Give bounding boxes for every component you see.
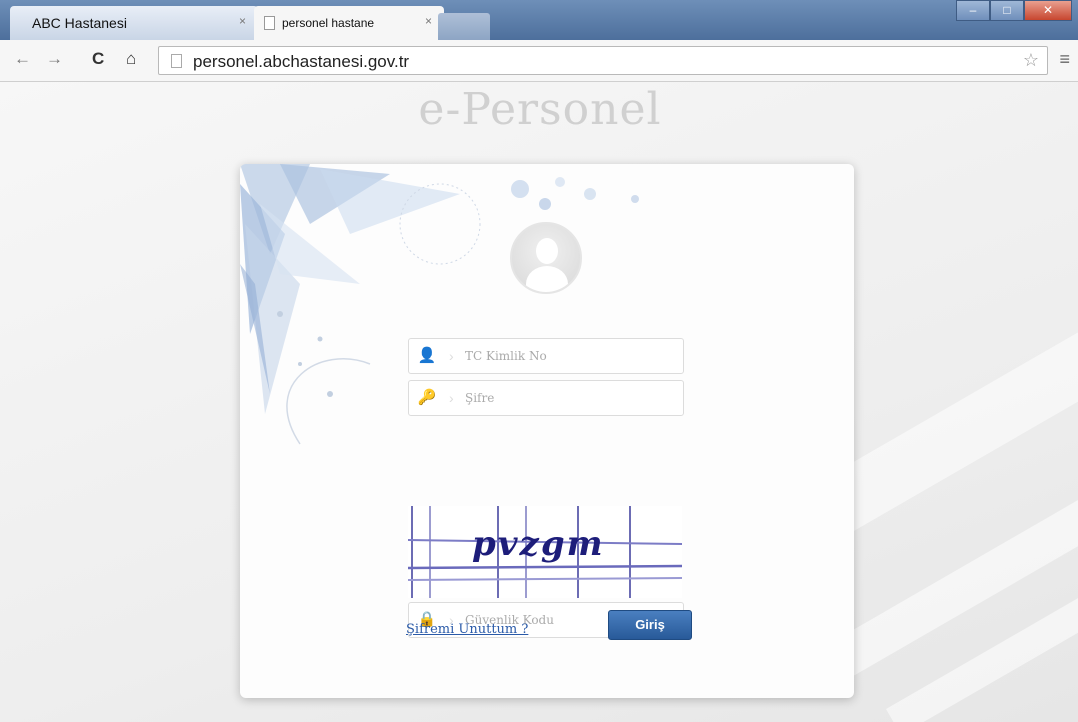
browser-menu-icon[interactable]: ≡	[1059, 49, 1070, 70]
window-controls: – □ ✕	[956, 0, 1072, 21]
reload-icon[interactable]: C	[92, 49, 104, 69]
bookmark-star-icon[interactable]: ☆	[1023, 50, 1039, 71]
tab-personel-hastane[interactable]: personel hastane ×	[254, 6, 444, 40]
back-icon[interactable]: ←	[14, 49, 31, 69]
minimize-button[interactable]: –	[956, 0, 990, 21]
avatar-body	[526, 266, 568, 292]
avatar-head	[536, 238, 558, 264]
browser-toolbar: ← → C ⌂ personel.abchastanesi.gov.tr ☆ ≡	[0, 40, 1078, 82]
page-content: e-Personel 👤 › TC Kimlik No 🔑 › pvzgm 🔒 …	[0, 82, 1078, 722]
chevron-right-icon: ›	[449, 348, 454, 364]
page-icon	[171, 54, 182, 68]
new-tab-button[interactable]	[438, 13, 490, 40]
forgot-password-link[interactable]: Şifremi Unuttum ?	[406, 622, 528, 637]
tab-close-icon[interactable]: ×	[425, 14, 432, 28]
chevron-right-icon: ›	[449, 390, 454, 406]
address-bar[interactable]: personel.abchastanesi.gov.tr ☆	[158, 46, 1048, 75]
tab-label: ABC Hastanesi	[32, 15, 127, 31]
password-input[interactable]	[465, 386, 675, 410]
maximize-button[interactable]: □	[990, 0, 1024, 21]
forward-icon[interactable]: →	[46, 49, 63, 69]
close-window-button[interactable]: ✕	[1024, 0, 1072, 21]
browser-titlebar: ABC Hastanesi × personel hastane × – □ ✕	[0, 0, 1078, 40]
url-text: personel.abchastanesi.gov.tr	[193, 52, 410, 71]
home-icon[interactable]: ⌂	[126, 49, 136, 69]
e-personel-logo: e-Personel	[418, 84, 662, 135]
key-icon: 🔑	[417, 389, 437, 406]
tab-label: personel hastane	[282, 16, 375, 30]
tab-close-icon[interactable]: ×	[239, 14, 246, 28]
tc-kimlik-input[interactable]	[465, 344, 675, 368]
login-card: 👤 › 🔑 › pvzgm 🔒 ›	[240, 164, 854, 698]
login-button[interactable]: Giriş	[608, 610, 692, 640]
captcha-text: pvzgm	[472, 524, 605, 564]
password-field[interactable]: 🔑 ›	[408, 380, 684, 416]
tc-kimlik-field[interactable]: 👤 ›	[408, 338, 684, 374]
captcha-image: pvzgm	[407, 506, 683, 598]
user-avatar	[510, 222, 582, 294]
document-icon	[264, 16, 275, 30]
tab-abc-hastanesi[interactable]: ABC Hastanesi ×	[10, 6, 258, 40]
user-icon: 👤	[417, 347, 437, 364]
